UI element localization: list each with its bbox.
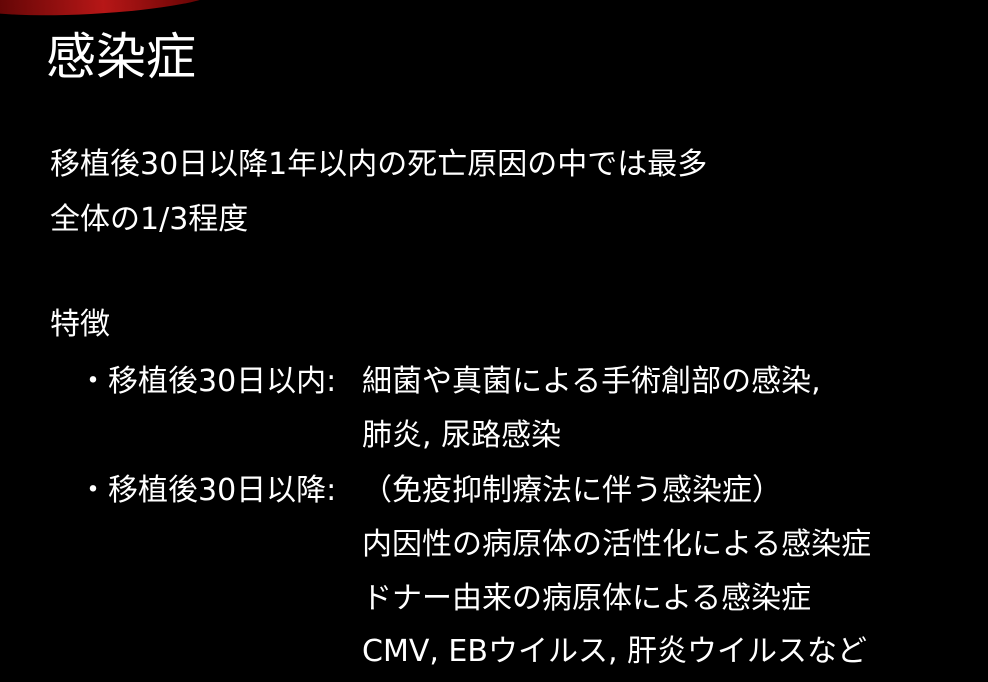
bullet-label-within-30-days: ・移植後30日以内: bbox=[78, 364, 337, 399]
section-heading: 特徴 bbox=[50, 307, 110, 342]
intro-line-2: 全体の1/3程度 bbox=[50, 202, 249, 237]
red-accent-shape bbox=[0, 0, 221, 21]
bullet-label-after-30-days: ・移植後30日以降: bbox=[78, 473, 337, 508]
bullet-detail: CMV, EBウイルス, 肝炎ウイルスなど bbox=[362, 634, 868, 669]
slide-title: 感染症 bbox=[46, 28, 196, 86]
bullet-detail: 細菌や真菌による手術創部の感染, bbox=[362, 364, 821, 399]
bullet-detail: 内因性の病原体の活性化による感染症 bbox=[362, 527, 872, 562]
slide: 感染症 移植後30日以降1年以内の死亡原因の中では最多 全体の1/3程度 特徴 … bbox=[0, 0, 988, 682]
bullet-detail: 肺炎, 尿路感染 bbox=[362, 418, 562, 453]
intro-line-1: 移植後30日以降1年以内の死亡原因の中では最多 bbox=[50, 147, 708, 182]
bullet-detail: ドナー由来の病原体による感染症 bbox=[362, 581, 812, 616]
bullet-detail: （免疫抑制療法に伴う感染症） bbox=[362, 473, 782, 508]
